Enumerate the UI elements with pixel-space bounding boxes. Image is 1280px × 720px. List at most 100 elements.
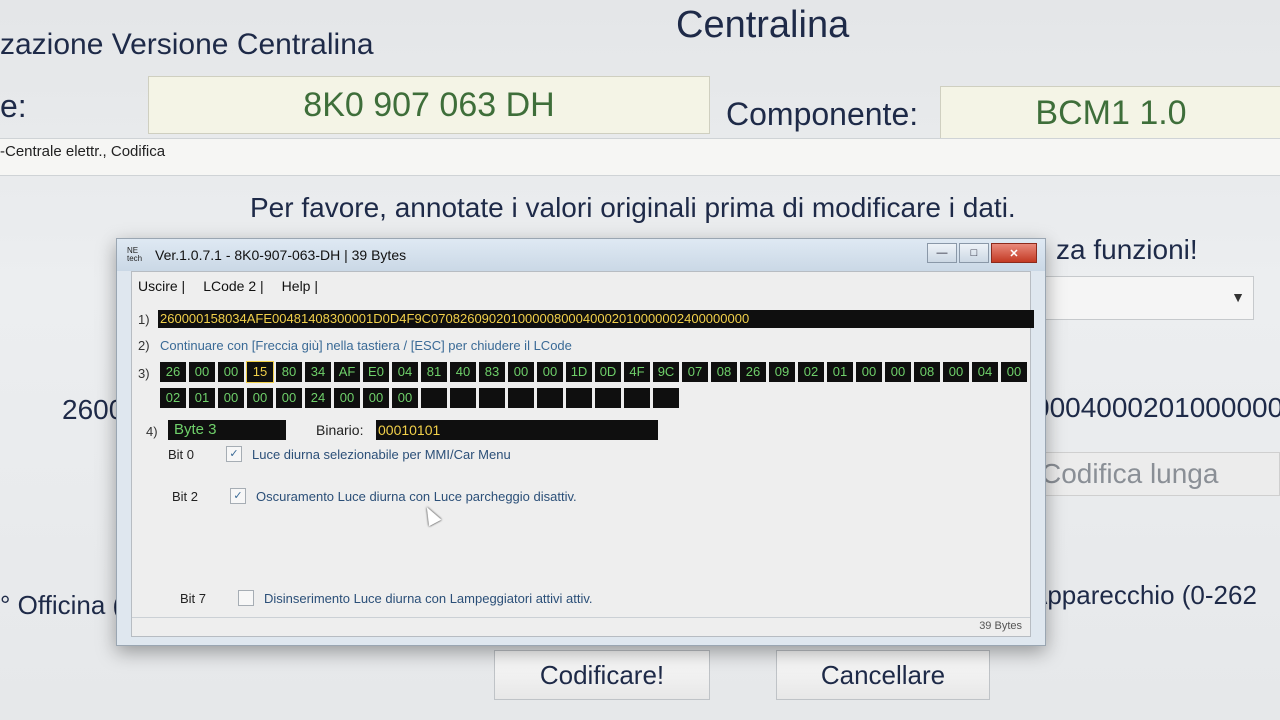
byte-cell[interactable]: 00 xyxy=(508,362,534,382)
byte-cell[interactable]: 00 xyxy=(334,388,360,408)
codice-value: 8K0 907 063 DH xyxy=(303,85,555,124)
byte-cell[interactable]: 83 xyxy=(479,362,505,382)
byte-cell-empty[interactable] xyxy=(508,388,534,408)
maximize-button[interactable]: □ xyxy=(959,243,989,263)
byte-cell[interactable]: 4F xyxy=(624,362,650,382)
byte-cell[interactable]: 04 xyxy=(972,362,998,382)
codificare-button[interactable]: Codificare! xyxy=(494,650,710,700)
byte-grid-row-1: 26 00 00 15 80 34 AF E0 04 81 40 83 00 00 1D 0D 4F 9C 07 08… xyxy=(160,361,1027,383)
byte-cell[interactable]: 34 xyxy=(305,362,331,382)
dialog-title: Ver.1.0.7.1 - 8K0-907-063-DH | 39 Bytes xyxy=(155,247,407,263)
bit-description: Luce diurna selezionabile per MMI/Car Me… xyxy=(252,446,511,462)
bit-id: Bit 0 xyxy=(168,446,195,462)
chevron-down-icon: ▼ xyxy=(1231,289,1245,305)
codifica-lunga-label: Codifica lunga xyxy=(1041,458,1219,489)
byte-cell[interactable]: 00 xyxy=(276,388,302,408)
background-window-title: Centralina xyxy=(676,4,850,46)
byte-cell-empty[interactable] xyxy=(421,388,447,408)
byte-cell[interactable]: 09 xyxy=(769,362,795,382)
byte-cell[interactable]: 04 xyxy=(392,362,418,382)
byte-cell[interactable]: 00 xyxy=(392,388,418,408)
byte-cell[interactable]: 01 xyxy=(827,362,853,382)
byte-cell[interactable]: 00 xyxy=(363,388,389,408)
app-logo-icon: NE tech xyxy=(127,246,143,263)
byte-cell[interactable]: 00 xyxy=(189,362,215,382)
byte-cell-empty[interactable] xyxy=(450,388,476,408)
menu-lcode2[interactable]: LCode 2 | xyxy=(203,278,263,294)
cancellare-button[interactable]: Cancellare xyxy=(776,650,990,700)
step2-instruction: Continuare con [Freccia giù] nella tasti… xyxy=(160,338,572,353)
bit-id: Bit 7 xyxy=(180,590,207,606)
warning-message: Per favore, annotate i valori originali … xyxy=(250,192,1016,223)
byte-cell[interactable]: 00 xyxy=(885,362,911,382)
dialog-statusbar: 39 Bytes xyxy=(132,617,1030,636)
byte-cell[interactable]: 02 xyxy=(798,362,824,382)
menubar: Uscire | LCode 2 | Help | xyxy=(138,278,318,294)
byte-cell[interactable]: 40 xyxy=(450,362,476,382)
codifica-lunga-button[interactable]: Codifica lunga xyxy=(1030,452,1280,496)
byte-cell[interactable]: 0D xyxy=(595,362,621,382)
minimize-button[interactable]: — xyxy=(927,243,957,263)
byte-cell-empty[interactable] xyxy=(624,388,650,408)
background-code-right: 0004000201000000 xyxy=(1034,392,1280,423)
byte-cell[interactable]: 00 xyxy=(856,362,882,382)
byte-cell[interactable]: 00 xyxy=(218,362,244,382)
step-number-1: 1) xyxy=(138,312,150,327)
byte-cell-empty[interactable] xyxy=(479,388,505,408)
byte-cell[interactable]: 24 xyxy=(305,388,331,408)
menu-uscire[interactable]: Uscire | xyxy=(138,278,185,294)
byte-cell-empty[interactable] xyxy=(566,388,592,408)
byte-cell[interactable]: 26 xyxy=(160,362,186,382)
byte-cell[interactable]: 00 xyxy=(537,362,563,382)
byte-cell-empty[interactable] xyxy=(653,388,679,408)
componente-field: BCM1 1.0 xyxy=(940,86,1280,140)
bit-description: Disinserimento Luce diurna con Lampeggia… xyxy=(264,590,593,606)
byte-cell[interactable]: 01 xyxy=(189,388,215,408)
byte-cell[interactable]: 00 xyxy=(943,362,969,382)
bit-checkbox[interactable] xyxy=(238,590,254,606)
byte-cell[interactable]: 15 xyxy=(246,361,274,383)
byte-cell[interactable]: 80 xyxy=(276,362,302,382)
dialog-titlebar[interactable]: NE tech Ver.1.0.7.1 - 8K0-907-063-DH | 39… xyxy=(117,239,1045,271)
close-button[interactable]: ✕ xyxy=(991,243,1037,263)
byte-cell[interactable]: 00 xyxy=(218,388,244,408)
step-number-2: 2) xyxy=(138,338,150,353)
byte-cell[interactable]: 00 xyxy=(1001,362,1027,382)
byte-cell[interactable]: 1D xyxy=(566,362,592,382)
bit-row: Bit 2 ✓ Oscuramento Luce diurna con Luce… xyxy=(172,488,577,504)
step-number-3: 3) xyxy=(138,366,150,381)
dialog-client: Uscire | LCode 2 | Help | 1) 26000015803… xyxy=(131,271,1034,637)
componente-label: Componente: xyxy=(726,96,919,132)
background-select[interactable]: ▼ xyxy=(1042,276,1254,320)
byte-grid-row-2: 02 01 00 00 00 24 00 00 00 xyxy=(160,388,679,408)
byte-cell-empty[interactable] xyxy=(595,388,621,408)
componente-value: BCM1 1.0 xyxy=(1035,93,1187,132)
byte-cell[interactable]: 26 xyxy=(740,362,766,382)
byte-cell[interactable]: AF xyxy=(334,362,360,382)
byte-cell[interactable]: 08 xyxy=(711,362,737,382)
codice-label: e: xyxy=(0,88,27,124)
lcode-dialog: NE tech Ver.1.0.7.1 - 8K0-907-063-DH | 39… xyxy=(116,238,1046,646)
byte-cell[interactable]: 02 xyxy=(160,388,186,408)
codice-field: 8K0 907 063 DH xyxy=(148,76,710,134)
byte-cell[interactable]: E0 xyxy=(363,362,389,382)
codificare-label: Codificare! xyxy=(539,659,665,690)
apparecchio-label: Apparecchio (0-262 xyxy=(1030,580,1257,610)
bit-checkbox[interactable]: ✓ xyxy=(226,446,242,462)
byte-cell[interactable]: 08 xyxy=(914,362,940,382)
background-code-left: 2600 xyxy=(62,394,125,425)
byte-cell[interactable]: 81 xyxy=(421,362,447,382)
binario-label: Binario: xyxy=(316,422,364,438)
menu-help[interactable]: Help | xyxy=(282,278,318,294)
officina-label: ° Officina ( xyxy=(0,590,122,620)
byte-count: 39 Bytes xyxy=(979,620,1022,632)
byte-cell[interactable]: 9C xyxy=(653,362,679,382)
byte-cell-empty[interactable] xyxy=(537,388,563,408)
lcode-field[interactable]: 260000158034AFE00481408300001D0D4F9C0708… xyxy=(158,310,1034,328)
byte-cell[interactable]: 07 xyxy=(682,362,708,382)
byte-cell[interactable]: 00 xyxy=(247,388,273,408)
selected-byte-label: Byte 3 xyxy=(168,420,286,440)
bit-row: Bit 0 ✓ Luce diurna selezionabile per MM… xyxy=(168,446,511,462)
background-heading: zazione Versione Centralina xyxy=(0,28,374,61)
bit-checkbox[interactable]: ✓ xyxy=(230,488,246,504)
